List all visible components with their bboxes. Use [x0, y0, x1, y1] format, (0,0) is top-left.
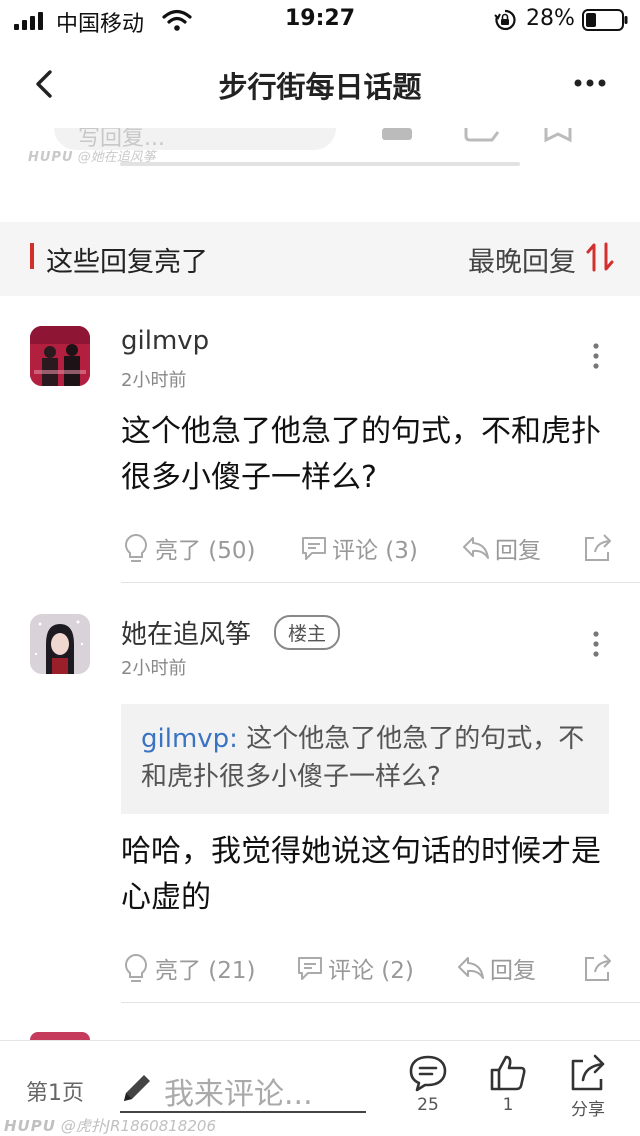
- avatar[interactable]: [30, 326, 90, 386]
- reply-icon: [463, 537, 489, 559]
- comment-label: 评论 (2): [328, 958, 414, 984]
- share-button[interactable]: [582, 528, 618, 568]
- bottom-bar: 第1页 我来评论... 25 1 分享 HUPU @虎扑JR1860818206: [0, 1040, 640, 1136]
- share-label: 分享: [571, 1100, 605, 1120]
- page-title: 步行街每日话题: [218, 70, 422, 104]
- divider: [121, 582, 640, 583]
- section-accent-bar: [30, 243, 34, 269]
- pencil-icon: [124, 1075, 150, 1101]
- timestamp: 2小时前: [121, 658, 187, 679]
- more-options-icon[interactable]: [586, 341, 606, 371]
- comment-bubble-icon: [409, 1055, 447, 1092]
- watermark-user: @她在追风筝: [77, 150, 156, 165]
- image-watermark: HUPU @虎扑JR1860818206: [4, 1115, 216, 1136]
- comments-button[interactable]: 25: [398, 1053, 458, 1133]
- like-button[interactable]: 1: [478, 1053, 538, 1133]
- reply-button[interactable]: 回复: [461, 528, 541, 568]
- share-button[interactable]: 分享: [558, 1053, 618, 1133]
- reply-icon: [458, 957, 484, 979]
- comment-text: 这个他急了他急了的句式，不和虎扑很多小傻子一样么?: [121, 414, 601, 495]
- watermark-brand: HUPU: [4, 1117, 56, 1135]
- comment-bubble-icon: [298, 957, 322, 980]
- light-button[interactable]: 亮了 (21): [121, 948, 256, 988]
- op-badge: 楼主: [274, 615, 341, 650]
- watermark-brand: HUPU: [28, 150, 74, 165]
- rotation-lock-icon: [494, 9, 516, 31]
- share-icon: [585, 534, 611, 561]
- reply-label: 回复: [490, 958, 536, 984]
- username[interactable]: 她在追风筝: [121, 614, 251, 651]
- comment-actions: 亮了 (21) 评论 (2) 回复: [0, 948, 640, 988]
- likes-count: 1: [502, 1095, 514, 1115]
- avatar-image: [30, 326, 90, 386]
- reply-label: 回复: [495, 538, 541, 564]
- comment-input[interactable]: 我来评论...: [164, 1069, 313, 1113]
- more-icon[interactable]: [570, 68, 610, 98]
- avatar-image: [30, 614, 90, 674]
- more-options-icon[interactable]: [586, 629, 606, 659]
- comment-item: gilmvp 2小时前 这个他急了他急了的句式，不和虎扑很多小傻子一样么? 亮了…: [0, 296, 640, 584]
- sort-icon[interactable]: [586, 242, 614, 272]
- share-icon: [585, 954, 611, 981]
- page-selector[interactable]: 第1页: [26, 1075, 84, 1107]
- quoted-reply[interactable]: gilmvp: 这个他急了他急了的句式，不和虎扑很多小傻子一样么?: [121, 704, 609, 814]
- section-header: 这些回复亮了 最晚回复: [0, 222, 640, 296]
- light-label: 亮了 (50): [155, 538, 256, 564]
- next-comment-avatar-peek: [30, 1032, 90, 1040]
- nav-bar: 步行街每日话题: [0, 40, 640, 128]
- username[interactable]: gilmvp: [121, 326, 209, 356]
- comment-label: 评论 (3): [332, 538, 418, 564]
- section-title: 这些回复亮了: [46, 247, 208, 278]
- lightbulb-icon: [125, 953, 147, 982]
- image-watermark: HUPU @她在追风筝: [28, 146, 156, 165]
- input-underline: [120, 1111, 366, 1113]
- divider: [121, 1002, 640, 1003]
- divider: [120, 162, 520, 166]
- watermark-user: @虎扑JR1860818206: [60, 1117, 216, 1135]
- lightbulb-icon: [125, 533, 147, 562]
- battery-icon: [582, 9, 628, 31]
- comment-item: 她在追风筝 楼主 2小时前 gilmvp: 这个他急了他急了的句式，不和虎扑很多…: [0, 584, 640, 1004]
- reply-button[interactable]: 回复: [456, 948, 536, 988]
- comments-count: 25: [417, 1095, 439, 1115]
- share-button[interactable]: [582, 948, 618, 988]
- status-bar: 中国移动 19:27 28%: [0, 0, 640, 40]
- toolbar-icons-remnant: [382, 128, 572, 143]
- thumbs-up-icon: [490, 1055, 526, 1091]
- avatar[interactable]: [30, 614, 90, 674]
- comment-text: 哈哈，我觉得她说这句话的时候才是心虚的: [121, 834, 601, 915]
- light-label: 亮了 (21): [155, 958, 256, 984]
- comment-actions: 亮了 (50) 评论 (3) 回复: [0, 528, 640, 568]
- battery-percent: 28%: [526, 6, 575, 31]
- comment-bubble-icon: [302, 537, 326, 560]
- scrolled-content-remnant: 写回复... HUPU @她在追风筝: [0, 128, 640, 222]
- comment-button[interactable]: 评论 (2): [296, 948, 414, 988]
- quoted-username[interactable]: gilmvp:: [141, 724, 238, 754]
- light-button[interactable]: 亮了 (50): [121, 528, 256, 568]
- share-icon: [571, 1054, 605, 1091]
- sort-button[interactable]: 最晚回复: [468, 240, 576, 279]
- timestamp: 2小时前: [121, 370, 187, 391]
- comment-button[interactable]: 评论 (3): [300, 528, 418, 568]
